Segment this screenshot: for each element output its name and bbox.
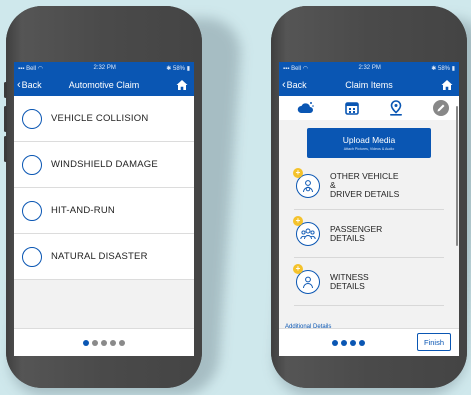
carrier-label: Bell bbox=[26, 65, 37, 72]
back-button[interactable]: ‹ Back bbox=[279, 79, 307, 91]
chevron-left-icon: ‹ bbox=[282, 79, 286, 91]
summary-icon-row bbox=[279, 96, 459, 120]
wifi-icon: ◠ bbox=[37, 65, 43, 72]
status-bar: ▪▪▪ Bell ◠ 2:32 PM ✱ 58% ▮ bbox=[279, 62, 459, 74]
claim-option-label: NATURAL DISASTER bbox=[51, 251, 148, 262]
status-time: 2:32 PM bbox=[93, 65, 116, 71]
weather-icon[interactable] bbox=[297, 100, 315, 116]
left-screen: ▪▪▪ Bell ◠ 2:32 PM ✱ 58% ▮ ‹ Back Automot… bbox=[14, 62, 194, 356]
claim-option-label: HIT-AND-RUN bbox=[51, 205, 115, 216]
nav-bar: ‹ Back Claim Items bbox=[279, 74, 459, 96]
page-indicator bbox=[332, 340, 365, 346]
radio-button[interactable] bbox=[22, 108, 42, 129]
status-bar: ▪▪▪ Bell ◠ 2:32 PM ✱ 58% ▮ bbox=[14, 62, 194, 74]
signal-icon: ▪▪▪ bbox=[18, 65, 25, 72]
status-time: 2:32 PM bbox=[358, 65, 381, 71]
page-dot[interactable] bbox=[332, 340, 338, 346]
claim-option-windshield-damage[interactable]: WINDSHIELD DAMAGE bbox=[14, 142, 194, 188]
nav-bar: ‹ Back Automotive Claim bbox=[14, 74, 194, 96]
battery-icon: ▮ bbox=[186, 65, 190, 72]
home-icon[interactable] bbox=[441, 79, 453, 91]
item-label-line: DETAILS bbox=[330, 232, 365, 243]
page-dot-active[interactable] bbox=[359, 340, 365, 346]
item-label: PASSENGER DETAILS bbox=[330, 224, 382, 243]
back-button[interactable]: ‹ Back bbox=[14, 79, 42, 91]
page-dot[interactable] bbox=[350, 340, 356, 346]
calendar-icon[interactable] bbox=[344, 100, 360, 116]
passenger-details-item[interactable]: + PASSENGER DETAILS bbox=[293, 210, 444, 258]
claim-option-label: WINDSHIELD DAMAGE bbox=[51, 159, 158, 170]
finish-button[interactable]: Finish bbox=[417, 333, 451, 351]
battery-percent: 58% bbox=[173, 65, 186, 72]
claim-option-vehicle-collision[interactable]: VEHICLE COLLISION bbox=[14, 96, 194, 142]
scrollbar[interactable] bbox=[456, 106, 458, 246]
radio-button[interactable] bbox=[22, 154, 42, 175]
radio-button[interactable] bbox=[22, 246, 42, 267]
left-phone: ▪▪▪ Bell ◠ 2:32 PM ✱ 58% ▮ ‹ Back Automot… bbox=[4, 6, 202, 388]
page-dot[interactable] bbox=[92, 339, 98, 346]
item-label-line: DETAILS bbox=[330, 280, 365, 291]
bluetooth-icon: ✱ bbox=[431, 65, 437, 72]
radio-button[interactable] bbox=[22, 200, 42, 221]
other-vehicle-driver-details-item[interactable]: + OTHER VEHICLE & DRIVER DETAILS bbox=[293, 162, 444, 210]
add-icon[interactable]: + bbox=[293, 264, 303, 274]
upload-media-subtitle: Attach Pictures, Videos & Audio bbox=[343, 147, 395, 151]
claim-option-label: VEHICLE COLLISION bbox=[51, 113, 149, 124]
claim-option-natural-disaster[interactable]: NATURAL DISASTER bbox=[14, 234, 194, 280]
witness-details-item[interactable]: + WITNESS DETAILS bbox=[293, 258, 444, 306]
upload-media-button[interactable]: Upload Media Attach Pictures, Videos & A… bbox=[307, 128, 431, 158]
chevron-left-icon: ‹ bbox=[17, 79, 21, 91]
item-label: OTHER VEHICLE & DRIVER DETAILS bbox=[330, 172, 399, 199]
page-dot[interactable] bbox=[101, 339, 107, 346]
back-label: Back bbox=[21, 80, 42, 90]
upload-media-title: Upload Media bbox=[342, 135, 396, 145]
claim-type-list: VEHICLE COLLISION WINDSHIELD DAMAGE HIT-… bbox=[14, 96, 194, 280]
item-label-line: OTHER VEHICLE bbox=[330, 171, 399, 181]
item-label: WITNESS DETAILS bbox=[330, 272, 369, 291]
bluetooth-icon: ✱ bbox=[166, 65, 172, 72]
claim-option-hit-and-run[interactable]: HIT-AND-RUN bbox=[14, 188, 194, 234]
page-dot[interactable] bbox=[341, 340, 347, 346]
battery-icon: ▮ bbox=[451, 65, 455, 72]
item-label-line: DRIVER DETAILS bbox=[330, 189, 400, 199]
add-icon[interactable]: + bbox=[293, 168, 303, 178]
battery-percent: 58% bbox=[438, 65, 451, 72]
edit-icon[interactable] bbox=[432, 100, 449, 116]
location-pin-icon[interactable] bbox=[388, 100, 404, 116]
page-indicator bbox=[14, 328, 194, 356]
home-icon[interactable] bbox=[176, 79, 188, 91]
wifi-icon: ◠ bbox=[302, 65, 308, 72]
add-icon[interactable]: + bbox=[293, 216, 303, 226]
signal-icon: ▪▪▪ bbox=[283, 65, 290, 72]
right-phone: ▪▪▪ Bell ◠ 2:32 PM ✱ 58% ▮ ‹ Back Claim I… bbox=[271, 6, 467, 388]
page-dot[interactable] bbox=[119, 339, 125, 346]
footer-bar: Finish bbox=[279, 328, 459, 356]
carrier-label: Bell bbox=[291, 65, 302, 72]
back-label: Back bbox=[286, 80, 307, 90]
page-dot[interactable] bbox=[110, 339, 116, 346]
right-screen: ▪▪▪ Bell ◠ 2:32 PM ✱ 58% ▮ ‹ Back Claim I… bbox=[279, 62, 459, 356]
page-dot-active[interactable] bbox=[83, 339, 89, 346]
